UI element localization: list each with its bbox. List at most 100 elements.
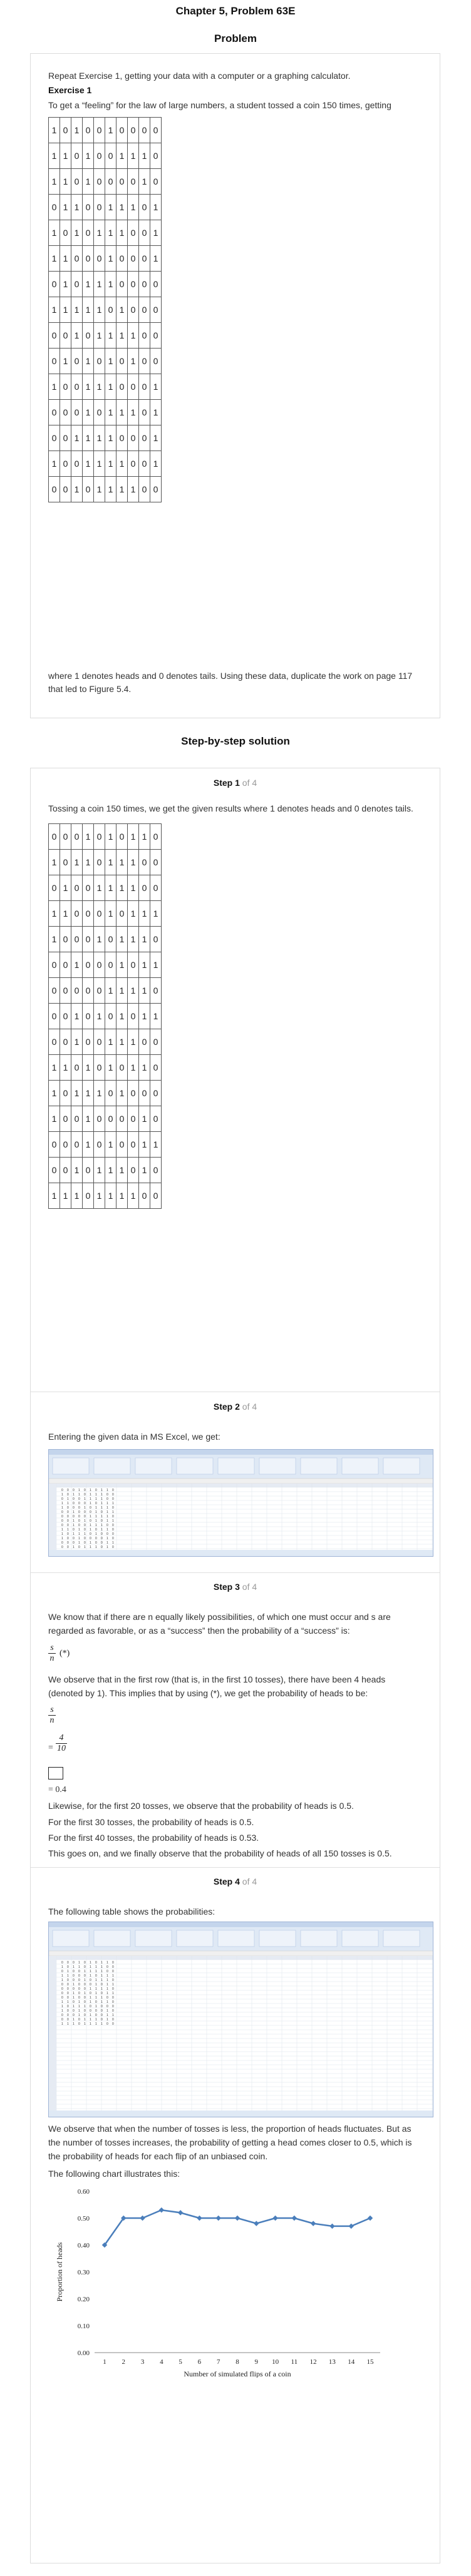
svg-text:1: 1 <box>106 1537 108 1540</box>
table-cell: 0 <box>105 1106 116 1132</box>
svg-text:0: 0 <box>67 1992 69 1995</box>
svg-text:1: 1 <box>90 1996 91 2000</box>
table-cell: 1 <box>48 926 60 952</box>
svg-text:0: 0 <box>73 1537 75 1540</box>
svg-text:0: 0 <box>90 1506 91 1510</box>
table-cell: 1 <box>60 297 71 323</box>
svg-text:0: 0 <box>67 2018 69 2022</box>
svg-text:1: 1 <box>61 1974 63 1978</box>
svg-text:0: 0 <box>78 1987 80 1991</box>
table-cell: 0 <box>116 1054 128 1081</box>
x-axis-label: Number of simulated flips of a coin <box>184 2370 291 2378</box>
step-3-header: Step 3 of 4 <box>31 1582 440 1592</box>
svg-text:1: 1 <box>95 1493 97 1497</box>
x-tick-label: 10 <box>272 2358 279 2366</box>
svg-text:0: 0 <box>78 1996 80 2000</box>
table-cell: 1 <box>116 977 128 1004</box>
table-cell: 1 <box>60 348 71 374</box>
svg-text:0: 0 <box>101 2018 103 2022</box>
table-cell: 0 <box>150 1080 162 1106</box>
x-tick-label: 8 <box>236 2358 239 2366</box>
svg-text:0: 0 <box>78 1524 80 1527</box>
svg-text:1: 1 <box>106 2013 108 2017</box>
svg-text:1: 1 <box>73 1532 75 1536</box>
table-cell: 1 <box>138 1054 150 1081</box>
y-tick-label: 0.50 <box>78 2215 90 2222</box>
table-row: 0011110001 <box>48 425 162 451</box>
svg-text:0: 0 <box>112 1965 114 1969</box>
table-cell: 1 <box>138 823 150 850</box>
solution-title: Step-by-step solution <box>181 735 290 747</box>
table-cell: 0 <box>116 348 128 374</box>
problem-closing-line-2: that led to Figure 5.4. <box>48 684 132 694</box>
svg-text:0: 0 <box>84 1974 86 1978</box>
svg-text:1: 1 <box>61 1532 63 1536</box>
table-row: 1110111100 <box>48 1183 162 1209</box>
table-cell: 1 <box>71 194 83 220</box>
fraction-numerator: 4 <box>59 1733 64 1743</box>
table-cell: 0 <box>127 425 139 451</box>
table-cell: 1 <box>93 1183 105 1209</box>
y-tick-label: 0.20 <box>78 2296 90 2303</box>
svg-text:0: 0 <box>67 2005 69 2008</box>
table-cell: 1 <box>82 374 94 400</box>
svg-text:0: 0 <box>67 1524 69 1527</box>
svg-text:1: 1 <box>84 1506 86 1510</box>
table-cell: 1 <box>48 297 60 323</box>
svg-text:1: 1 <box>101 1987 103 1991</box>
table-row: 0010111010 <box>48 1157 162 1183</box>
svg-text:0: 0 <box>61 2013 63 2017</box>
table-cell: 0 <box>116 1131 128 1158</box>
table-cell: 1 <box>127 1054 139 1081</box>
svg-text:1: 1 <box>95 2018 97 2022</box>
svg-text:0: 0 <box>84 1541 86 1545</box>
table-cell: 0 <box>150 271 162 297</box>
table-cell: 0 <box>93 168 105 195</box>
series-line <box>103 2209 371 2246</box>
table-cell: 0 <box>71 1131 83 1158</box>
table-row: 0110011101 <box>48 194 162 220</box>
svg-text:1: 1 <box>101 1978 103 1982</box>
svg-text:1: 1 <box>78 1961 80 1965</box>
table-cell: 0 <box>150 977 162 1004</box>
table-cell: 0 <box>105 143 116 169</box>
table-cell: 0 <box>71 271 83 297</box>
step-3-para-1b: regarded as favorable, or as a “success”… <box>48 1626 350 1636</box>
table-cell: 0 <box>93 952 105 978</box>
problem-card: Repeat Exercise 1, getting your data wit… <box>30 53 440 718</box>
svg-text:1: 1 <box>112 1992 114 1995</box>
table-cell: 1 <box>82 1054 94 1081</box>
svg-text:0: 0 <box>101 1519 103 1523</box>
table-cell: 0 <box>138 245 150 272</box>
svg-text:0: 0 <box>112 1978 114 1982</box>
table-cell: 0 <box>71 245 83 272</box>
table-cell: 0 <box>150 823 162 850</box>
svg-text:0: 0 <box>84 1987 86 1991</box>
svg-text:0: 0 <box>101 1992 103 1995</box>
table-cell: 1 <box>138 1157 150 1183</box>
svg-text:0: 0 <box>84 1493 86 1497</box>
table-cell: 0 <box>116 425 128 451</box>
table-cell: 0 <box>150 117 162 143</box>
svg-text:1: 1 <box>106 1992 108 1995</box>
step-1-of: of 4 <box>242 778 257 788</box>
svg-text:1: 1 <box>106 1510 108 1514</box>
table-cell: 1 <box>116 297 128 323</box>
table-cell: 1 <box>127 977 139 1004</box>
svg-text:1: 1 <box>67 2000 69 2004</box>
y-axis-label: Proportion of heads <box>55 2242 64 2301</box>
svg-text:1: 1 <box>90 2018 91 2022</box>
table-cell: 1 <box>71 952 83 978</box>
table-cell: 1 <box>48 168 60 195</box>
table-cell: 0 <box>93 849 105 875</box>
table-cell: 0 <box>150 1183 162 1209</box>
svg-text:1: 1 <box>95 1515 97 1519</box>
svg-text:0: 0 <box>73 1541 75 1545</box>
table-cell: 1 <box>138 952 150 978</box>
table-cell: 0 <box>48 348 60 374</box>
svg-text:0: 0 <box>112 1961 114 1965</box>
table-cell: 0 <box>71 875 83 901</box>
table-cell: 1 <box>82 348 94 374</box>
table-cell: 0 <box>71 977 83 1004</box>
table-cell: 0 <box>93 117 105 143</box>
